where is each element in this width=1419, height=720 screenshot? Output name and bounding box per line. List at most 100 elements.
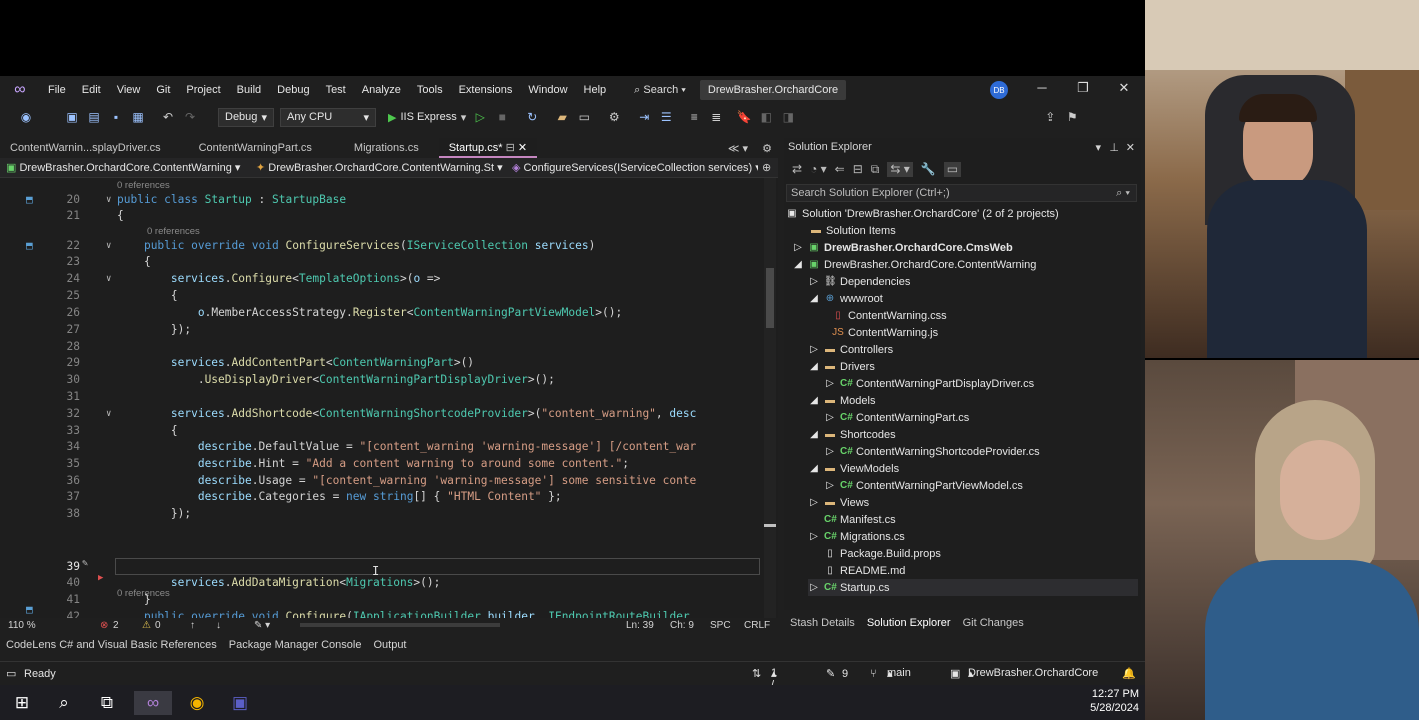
tab-startup[interactable]: Startup.cs* ⊟ ✕ [438, 138, 538, 158]
sync-icon[interactable]: ⇆ ▾ [887, 162, 913, 177]
solution-title[interactable]: DrewBrasher.OrchardCore [699, 80, 847, 100]
tree-startup-file[interactable]: ▷ C# Startup.cs [808, 579, 1138, 596]
override-marker-icon[interactable]: ⬒ [26, 239, 33, 252]
tree-solution-items[interactable]: ▬ Solution Items [810, 222, 896, 239]
save-all-icon[interactable]: ▦ [130, 109, 146, 125]
next-bookmark-icon[interactable]: ◨ [780, 109, 796, 125]
tree-css-file[interactable]: ▯ ContentWarning.css [832, 307, 946, 324]
folder-icon[interactable]: ▰ [554, 109, 570, 125]
start-icon[interactable]: ⊞ [10, 691, 34, 715]
indent-icon[interactable]: ≡ [686, 109, 702, 125]
notifications-icon[interactable]: 🔔 [1122, 667, 1136, 680]
system-clock[interactable]: 12:27 PM 5/28/2024 [1090, 687, 1139, 715]
chrome-icon[interactable]: ◉ [185, 691, 209, 715]
pending-changes-icon[interactable]: ◔ ▾ [810, 162, 827, 177]
class-dropdown[interactable]: ✦ DrewBrasher.OrchardCore.ContentWarning… [250, 161, 506, 174]
project-dropdown[interactable]: ▣ DrewBrasher.OrchardCore.ContentWarning… [0, 161, 250, 174]
scrollbar-thumb[interactable] [766, 268, 774, 328]
avatar[interactable]: DB [990, 81, 1008, 99]
tab-package-manager-console[interactable]: Package Manager Console [229, 639, 362, 651]
menu-edit[interactable]: Edit [74, 84, 109, 96]
quick-actions-icon[interactable]: ✎ [82, 558, 88, 569]
menu-file[interactable]: File [40, 84, 74, 96]
member-dropdown[interactable]: ◈ ConfigureServices(IServiceCollection s… [506, 161, 758, 174]
new-item-icon[interactable]: ▣ [64, 109, 80, 125]
column-indicator[interactable]: Ch: 9 [670, 620, 694, 631]
tree-shortcodes[interactable]: ◢ ▬ Shortcodes [808, 426, 896, 443]
warning-count[interactable]: 0 [155, 620, 161, 631]
tab-output[interactable]: Output [373, 639, 406, 651]
menu-window[interactable]: Window [520, 84, 575, 96]
refresh-icon[interactable]: ↻ [524, 109, 540, 125]
tree-project-contentwarning[interactable]: ◢ ▣ DrewBrasher.OrchardCore.ContentWarning [792, 256, 1036, 273]
properties-icon[interactable]: 🔧 [921, 162, 936, 177]
tree-dependencies[interactable]: ▷ ⛓ Dependencies [808, 273, 910, 290]
tree-js-file[interactable]: JS ContentWarning.js [832, 324, 938, 341]
tree-solution[interactable]: ▣ Solution 'DrewBrasher.OrchardCore' (2 o… [786, 205, 1058, 222]
bookmark-icon[interactable]: 🔖 [736, 109, 752, 125]
tree-drivers[interactable]: ◢ ▬ Drivers [808, 358, 875, 375]
menu-tools[interactable]: Tools [409, 84, 451, 96]
tree-shortcode-file[interactable]: ▷ C# ContentWarningShortcodeProvider.cs [824, 443, 1040, 460]
teams-icon[interactable]: ▣ [228, 691, 252, 715]
open-icon[interactable]: ▤ [86, 109, 102, 125]
prev-bookmark-icon[interactable]: ◧ [758, 109, 774, 125]
menu-test[interactable]: Test [318, 84, 354, 96]
horizontal-scrollbar[interactable] [300, 623, 500, 627]
branch-indicator[interactable]: main ▴ [887, 667, 911, 680]
menu-project[interactable]: Project [178, 84, 228, 96]
tab-overflow-icon[interactable]: ≪ ▾ [728, 142, 748, 155]
show-all-files-icon[interactable]: ⧉ [871, 162, 880, 177]
panel-dropdown-icon[interactable]: ▾ [1095, 141, 1101, 154]
codelens-references[interactable]: 0 references [117, 180, 170, 191]
search-icon[interactable]: ⌕ [52, 691, 76, 715]
menu-view[interactable]: View [109, 84, 149, 96]
vertical-scrollbar[interactable] [764, 178, 776, 618]
tree-viewmodels[interactable]: ◢ ▬ ViewModels [808, 460, 899, 477]
tab-displaydriver[interactable]: ContentWarnin...splayDriver.cs [0, 138, 171, 158]
tree-props-file[interactable]: ▯ Package.Build.props [824, 545, 941, 562]
tree-readme-file[interactable]: ▯ README.md [824, 562, 905, 579]
tree-part-file[interactable]: ▷ C# ContentWarningPart.cs [824, 409, 969, 426]
codelens-references[interactable]: 0 references [147, 226, 200, 237]
tab-codelens[interactable]: CodeLens C# and Visual Basic References [6, 639, 217, 651]
split-icon[interactable]: ⊕ [762, 161, 771, 174]
menu-build[interactable]: Build [229, 84, 269, 96]
override-marker-icon[interactable]: ⬒ [26, 193, 33, 206]
cleanup-icon[interactable]: ✎ ▾ [254, 620, 270, 631]
line-indicator[interactable]: Ln: 39 [626, 620, 654, 631]
tree-viewmodel-file[interactable]: ▷ C# ContentWarningPartViewModel.cs [824, 477, 1023, 494]
zoom-level[interactable]: 110 % [8, 620, 36, 631]
live-share-icon[interactable]: ⇪ [1042, 109, 1058, 125]
tree-displaydriver-file[interactable]: ▷ C# ContentWarningPartDisplayDriver.cs [824, 375, 1034, 392]
solution-search-input[interactable]: Search Solution Explorer (Ctrl+;) ⌕ ▾ [786, 184, 1137, 202]
task-view-icon[interactable]: ⧉ [95, 691, 119, 715]
menu-extensions[interactable]: Extensions [451, 84, 521, 96]
fold-toggle-icon[interactable]: ∨ [106, 274, 111, 284]
tree-views[interactable]: ▷ ▬ Views [808, 494, 869, 511]
stop-icon[interactable]: ■ [494, 109, 510, 125]
override-marker-icon[interactable]: ⬒ [26, 603, 33, 616]
next-issue-icon[interactable]: ↓ [216, 620, 221, 631]
tab-migrations[interactable]: Migrations.cs [344, 138, 429, 158]
restore-icon[interactable]: ❐ [1073, 80, 1093, 100]
preview-icon[interactable]: ▭ [943, 162, 962, 177]
search-button[interactable]: ⌕ Search ▾ [628, 84, 692, 97]
prev-issue-icon[interactable]: ↑ [190, 620, 195, 631]
tab-contentwarningpart[interactable]: ContentWarningPart.cs [189, 138, 322, 158]
fold-toggle-icon[interactable]: ∨ [106, 241, 111, 251]
close-icon[interactable]: ✕ [1114, 80, 1134, 100]
pin-icon[interactable]: ⊟ [506, 142, 515, 154]
feedback-icon[interactable]: ⚑ [1064, 109, 1080, 125]
format-icon[interactable]: ☰ [658, 109, 674, 125]
fold-toggle-icon[interactable]: ∨ [106, 195, 111, 205]
tab-solution-explorer[interactable]: Solution Explorer [861, 617, 957, 629]
tab-stash-details[interactable]: Stash Details [784, 617, 861, 629]
menu-debug[interactable]: Debug [269, 84, 317, 96]
minimize-icon[interactable]: ─ [1032, 80, 1052, 100]
line-ending-indicator[interactable]: CRLF [744, 620, 770, 631]
browser-link-icon[interactable]: ▭ [576, 109, 592, 125]
run-button[interactable]: ▶ IIS Express ▾ [388, 111, 466, 124]
tree-manifest-file[interactable]: C# Manifest.cs [824, 511, 896, 528]
tree-controllers[interactable]: ▷ ▬ Controllers [808, 341, 893, 358]
